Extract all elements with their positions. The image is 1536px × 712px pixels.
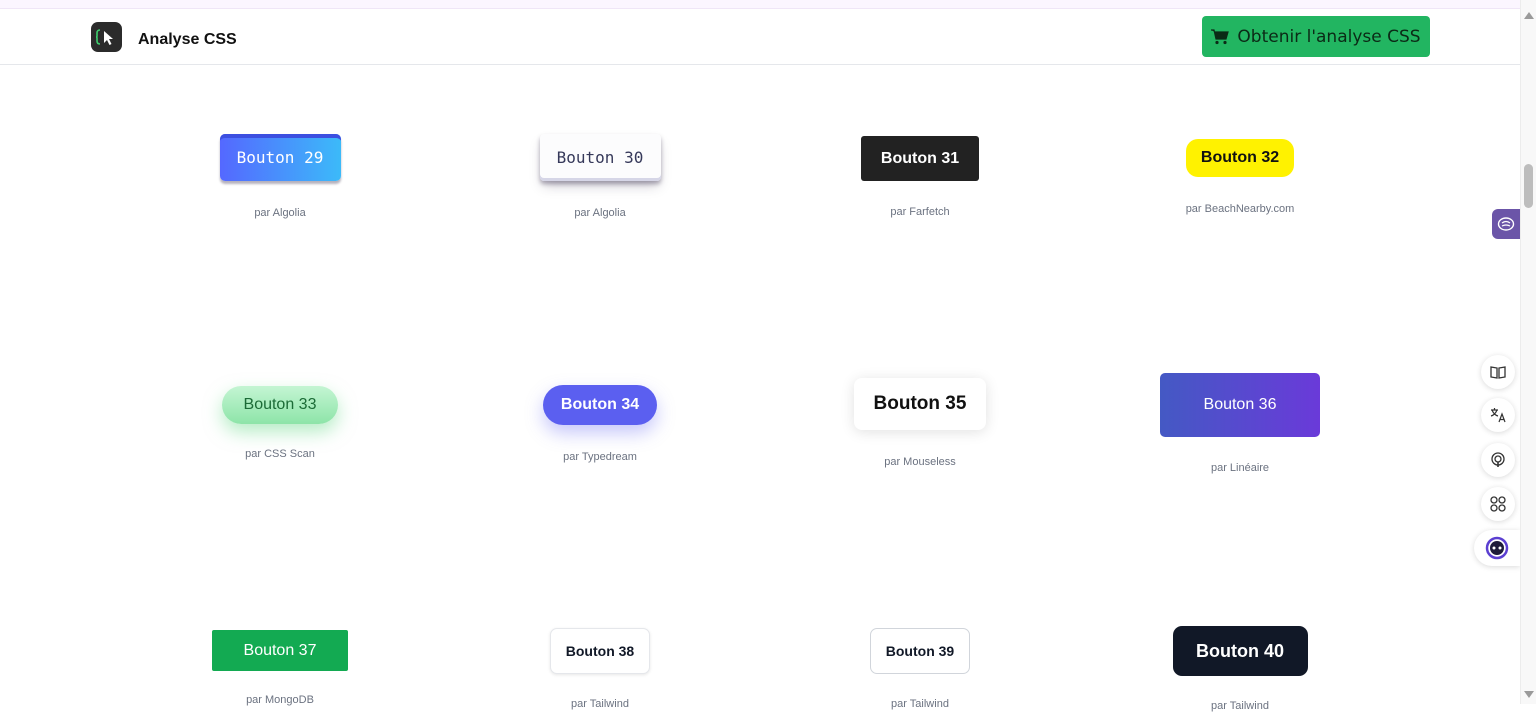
button-credit: par Typedream xyxy=(563,451,637,463)
demo-button-31[interactable]: Bouton 31 xyxy=(861,136,979,181)
extension-tab[interactable] xyxy=(1492,209,1520,239)
demo-button-40[interactable]: Bouton 40 xyxy=(1172,626,1308,676)
button-card-37: Bouton 37 par MongoDB xyxy=(120,630,440,706)
cart-icon xyxy=(1211,28,1230,44)
button-card-30: Bouton 30 par Algolia xyxy=(440,134,760,219)
demo-button-29[interactable]: Bouton 29 xyxy=(219,134,341,181)
brain-icon xyxy=(1497,217,1515,231)
command-icon[interactable] xyxy=(1481,487,1515,521)
button-card-31: Bouton 31 par Farfetch xyxy=(760,136,1080,218)
button-credit: par Algolia xyxy=(574,207,626,219)
button-card-38: Bouton 38 par Tailwind xyxy=(440,628,760,710)
button-credit: par Mouseless xyxy=(884,456,956,468)
button-card-34: Bouton 34 par Typedream xyxy=(440,385,760,463)
button-credit: par Algolia xyxy=(254,207,306,219)
button-credit: par Tailwind xyxy=(571,698,629,710)
podcast-icon[interactable] xyxy=(1481,443,1515,477)
demo-button-37[interactable]: Bouton 37 xyxy=(212,630,348,671)
browser-top-strip xyxy=(0,0,1520,9)
button-credit: par Tailwind xyxy=(1211,700,1269,712)
brand-title[interactable]: Analyse CSS xyxy=(138,31,237,49)
scroll-up-arrow-icon[interactable] xyxy=(1524,12,1534,19)
button-card-39: Bouton 39 par Tailwind xyxy=(760,628,1080,710)
demo-button-33[interactable]: Bouton 33 xyxy=(222,386,338,424)
button-card-36: Bouton 36 par Linéaire xyxy=(1080,373,1400,474)
demo-button-35[interactable]: Bouton 35 xyxy=(854,378,986,430)
assistant-icon[interactable] xyxy=(1474,530,1520,566)
logo-icon[interactable] xyxy=(91,22,122,52)
button-card-33: Bouton 33 par CSS Scan xyxy=(120,386,440,460)
demo-button-36[interactable]: Bouton 36 xyxy=(1160,373,1320,437)
button-credit: par Tailwind xyxy=(891,698,949,710)
button-credit: par CSS Scan xyxy=(245,448,315,460)
book-icon[interactable] xyxy=(1481,355,1515,389)
button-credit: par MongoDB xyxy=(246,694,314,706)
demo-button-34[interactable]: Bouton 34 xyxy=(543,385,657,425)
button-card-29: Bouton 29 par Algolia xyxy=(120,134,440,219)
button-card-35: Bouton 35 par Mouseless xyxy=(760,378,1080,468)
demo-button-38[interactable]: Bouton 38 xyxy=(550,628,650,674)
cta-label: Obtenir l'analyse CSS xyxy=(1237,26,1421,47)
button-credit: par BeachNearby.com xyxy=(1185,203,1295,215)
demo-button-32[interactable]: Bouton 32 xyxy=(1186,139,1294,177)
demo-button-30[interactable]: Bouton 30 xyxy=(539,134,661,181)
get-css-analysis-button[interactable]: Obtenir l'analyse CSS xyxy=(1202,16,1430,57)
vertical-scrollbar[interactable] xyxy=(1520,0,1536,704)
site-header: Analyse CSS Obtenir l'analyse CSS xyxy=(0,9,1520,65)
scrollbar-thumb[interactable] xyxy=(1524,164,1533,208)
scroll-down-arrow-icon[interactable] xyxy=(1524,691,1534,698)
button-card-32: Bouton 32 par BeachNearby.com xyxy=(1080,139,1400,215)
translate-icon[interactable] xyxy=(1481,398,1515,432)
demo-button-39[interactable]: Bouton 39 xyxy=(870,628,970,674)
button-card-40: Bouton 40 par Tailwind xyxy=(1080,626,1400,712)
button-credit: par Linéaire xyxy=(1210,462,1270,474)
button-credit: par Farfetch xyxy=(890,206,950,218)
